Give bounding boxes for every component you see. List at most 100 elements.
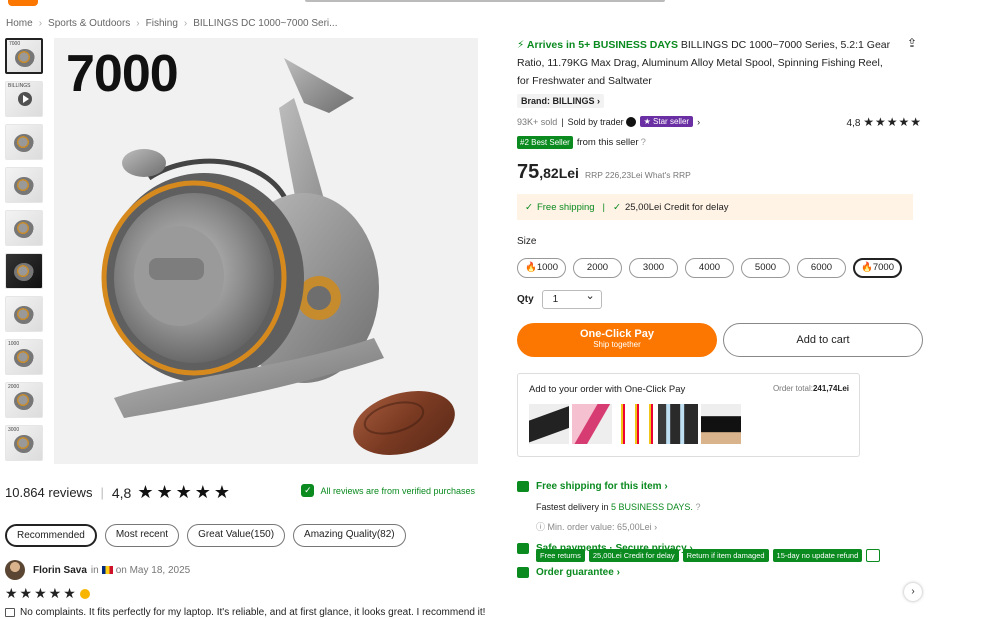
min-order[interactable]: ⓘ Min. order value: 65,00Lei › <box>536 520 657 533</box>
order-guarantee-row[interactable]: Order guarantee › <box>517 567 620 578</box>
thumbnail-9[interactable]: 2000 <box>5 382 43 418</box>
rrp-text[interactable]: RRP 226,23Lei What's RRP <box>585 170 691 180</box>
shield-check-icon: ✓ <box>301 484 315 497</box>
main-product-image[interactable]: 7000 <box>54 38 478 464</box>
add-to-cart-button[interactable]: Add to cart <box>723 323 923 357</box>
review-text: No complaints. It fits perfectly for my … <box>20 607 486 618</box>
free-shipping-title: Free shipping for this item › <box>536 481 668 492</box>
one-click-pay-button[interactable]: One-Click Pay Ship together <box>517 323 717 357</box>
seller-line: 93K+ sold | Sold by trader ★ Star seller… <box>517 115 922 129</box>
thumbnail-1[interactable]: 7000 <box>5 38 43 74</box>
quantity-select[interactable]: 1 <box>541 288 602 309</box>
thumbnail-label: 3000 <box>8 427 20 433</box>
chevron-right-icon[interactable]: › <box>697 117 700 127</box>
product-rating-stars: ★★★★★ <box>863 115 922 129</box>
breadcrumb-subcategory[interactable]: Fishing <box>146 18 178 29</box>
filter-amazing-quality[interactable]: Amazing Quality(82) <box>293 524 406 547</box>
chevron-right-icon: › <box>183 18 188 29</box>
credit-label: 25,00Lei Credit for delay <box>624 201 729 213</box>
one-click-sublabel: Ship together <box>593 340 641 349</box>
product-details: ⚡ Arrives in 5+ BUSINESS DAYS BILLINGS D… <box>517 36 927 578</box>
free-shipping-row[interactable]: Free shipping for this item › <box>517 481 668 492</box>
thumbnail-strip: 7000 BILLINGS 1000 2000 3000 <box>5 38 45 468</box>
image-icon <box>5 608 15 617</box>
size-label: Size <box>517 236 537 247</box>
free-shipping-label: Free shipping <box>536 201 595 213</box>
price-decimal: ,82Lei <box>539 165 579 181</box>
review-date: on May 18, 2025 <box>115 564 191 576</box>
check-icon: ✓ <box>613 201 621 213</box>
breadcrumb-category[interactable]: Sports & Outdoors <box>48 18 130 29</box>
thumbnail-7[interactable] <box>5 296 43 332</box>
thumbnail-8[interactable]: 1000 <box>5 339 43 375</box>
reel-thumb-image <box>14 435 34 453</box>
breadcrumb: Home › Sports & Outdoors › Fishing › BIL… <box>6 18 337 29</box>
thumbnail-3[interactable] <box>5 124 43 160</box>
size-options: 🔥1000 2000 3000 4000 5000 6000 🔥7000 <box>517 258 902 278</box>
top-nav-strip <box>0 0 1000 10</box>
order-guarantee-text: Order guarantee › <box>536 567 620 578</box>
sold-by[interactable]: Sold by trader <box>568 117 624 127</box>
size-option-1000[interactable]: 🔥1000 <box>517 258 566 278</box>
size-value: 1000 <box>536 262 558 273</box>
fastest-label: Fastest delivery in <box>536 502 609 512</box>
sold-count: 93K+ sold <box>517 116 558 127</box>
chevron-right-icon: › <box>136 18 140 29</box>
order-total-value: 241,74Lei <box>812 384 849 393</box>
thumbnail-6[interactable] <box>5 253 43 289</box>
breadcrumb-current: BILLINGS DC 1000~7000 Seri... <box>193 18 338 29</box>
shipping-banner: ✓ Free shipping | ✓ 25,00Lei Credit for … <box>517 194 913 220</box>
addon-products <box>529 404 741 444</box>
filter-most-recent[interactable]: Most recent <box>104 524 180 547</box>
size-option-3000[interactable]: 3000 <box>629 258 678 278</box>
size-option-6000[interactable]: 6000 <box>797 258 846 278</box>
product-rating[interactable]: 4,8 ★★★★★ <box>847 115 922 129</box>
addon-product-floats[interactable] <box>615 404 655 444</box>
review-stars: ★★★★★ <box>5 585 78 601</box>
addon-product-boots[interactable] <box>529 404 569 444</box>
fastest-days: 5 BUSINESS DAYS. <box>611 502 693 512</box>
rating-stars: ★★★★★ <box>137 482 233 502</box>
thumbnail-5[interactable] <box>5 210 43 246</box>
addon-product-swimwear[interactable] <box>701 404 741 444</box>
average-rating: 4,8 <box>111 484 132 501</box>
reviewer-in: in <box>90 564 99 576</box>
addon-panel: Add to your order with One-Click Pay Ord… <box>517 373 860 457</box>
size-option-2000[interactable]: 2000 <box>573 258 622 278</box>
heart-eyes-emoji-icon <box>79 589 90 600</box>
verified-text: All reviews are from verified purchases <box>320 485 475 496</box>
star-seller-badge[interactable]: ★ Star seller <box>639 116 694 127</box>
price-row: 75,82Lei RRP 226,23Lei What's RRP <box>517 161 691 184</box>
verified-purchases-note: ✓ All reviews are from verified purchase… <box>301 484 475 497</box>
thumbnail-label: 2000 <box>8 384 20 390</box>
info-icon[interactable]: ? <box>641 137 646 148</box>
info-icon[interactable]: ? <box>695 502 700 512</box>
chevron-right-icon[interactable]: › <box>904 583 922 601</box>
thumbnail-label: 1000 <box>8 341 20 347</box>
thumbnail-4[interactable] <box>5 167 43 203</box>
filter-great-value[interactable]: Great Value(150) <box>187 524 286 547</box>
filter-recommended[interactable]: Recommended <box>5 524 97 547</box>
size-option-7000[interactable]: 🔥7000 <box>853 258 902 278</box>
reel-thumb-image <box>14 263 34 281</box>
min-order-text: Min. order value: 65,00Lei › <box>547 522 658 532</box>
tag-overflow <box>866 549 881 562</box>
play-icon <box>18 92 32 106</box>
size-option-4000[interactable]: 4000 <box>685 258 734 278</box>
addon-product-pads[interactable] <box>658 404 698 444</box>
thumbnail-video[interactable]: BILLINGS <box>5 81 43 117</box>
store-logo[interactable] <box>8 0 38 6</box>
thumbnail-10[interactable]: 3000 <box>5 425 43 461</box>
thumbnail-label: BILLINGS <box>8 83 31 89</box>
size-option-5000[interactable]: 5000 <box>741 258 790 278</box>
share-icon[interactable]: ⇪ <box>907 36 917 50</box>
truck-icon <box>517 481 529 492</box>
arrival-estimate: ⚡ Arrives in 5+ BUSINESS DAYS <box>517 39 678 51</box>
brand-link[interactable]: Brand: BILLINGS › <box>517 94 604 108</box>
search-bar-edge[interactable] <box>305 0 665 2</box>
divider: | <box>561 116 564 127</box>
breadcrumb-home[interactable]: Home <box>6 18 33 29</box>
addon-product-clothing[interactable] <box>572 404 612 444</box>
review-count[interactable]: 10.864 reviews <box>5 485 92 500</box>
fastest-delivery: Fastest delivery in 5 BUSINESS DAYS. ? <box>536 502 700 512</box>
